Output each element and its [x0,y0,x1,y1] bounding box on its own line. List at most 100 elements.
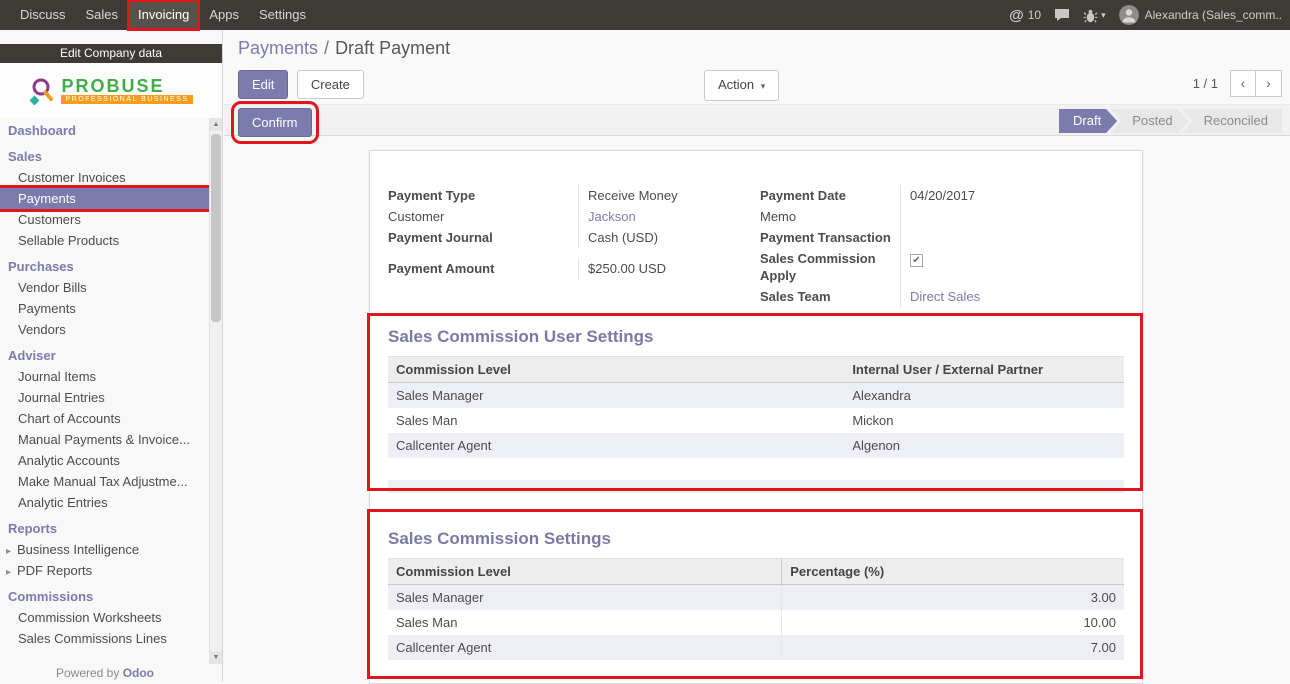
create-button[interactable]: Create [297,70,364,99]
sidebar-item-journal-entries[interactable]: Journal Entries [0,387,209,408]
status-draft[interactable]: Draft [1059,109,1117,133]
status-widget: Draft Posted Reconciled [1059,109,1282,133]
sidebar-scrollbar[interactable]: ▲ ▼ [209,118,222,664]
sidebar-item-pdf-reports[interactable]: ▸PDF Reports [0,560,209,581]
sidebar-item-make-manual-tax-adjustme[interactable]: Make Manual Tax Adjustme... [0,471,209,492]
sales-team-link[interactable]: Direct Sales [910,289,980,304]
menu-label: Configuration [8,657,93,658]
sales-commission-apply-checkbox[interactable]: ✔ [910,254,923,267]
sidebar-item-vendor-bills[interactable]: Vendor Bills [0,277,209,298]
sidebar-item-customers[interactable]: Customers [0,209,209,230]
payment-form: Payment TypeReceive MoneyCustomerJackson… [370,151,1142,307]
breadcrumb-separator: / [324,38,329,58]
table-row[interactable]: Sales ManagerAlexandra [388,383,1124,409]
menu-label: Sales [8,149,42,164]
sidebar-item-business-intelligence[interactable]: ▸Business Intelligence [0,539,209,560]
sidebar-section-commissions[interactable]: Commissions [0,586,209,607]
topnav-item-sales[interactable]: Sales [76,0,129,30]
user-menu[interactable]: Alexandra (Sales_comm.. [1119,5,1282,25]
menu-label: Vendor Bills [18,280,87,295]
field-payment-journal: Payment JournalCash (USD) [388,227,744,248]
table-body-0: Sales ManagerAlexandraSales ManMickonCal… [388,383,1124,459]
table-cell: Sales Man [388,610,782,635]
menu-label: Sales Commissions Lines [18,631,167,646]
edit-button[interactable]: Edit [238,70,288,99]
customer-link[interactable]: Jackson [588,209,636,224]
field-value: Jackson [578,206,744,227]
menu-label: Adviser [8,348,56,363]
section-commission-settings: Sales Commission Settings Commission Lev… [388,529,1124,660]
mention-counter[interactable]: @ 10 [1009,7,1041,24]
column-header[interactable]: Commission Level [388,559,782,585]
field-payment-type: Payment TypeReceive Money [388,185,744,206]
menu-label: Commissions [8,589,93,604]
field-sales-team: Sales TeamDirect Sales [760,286,1124,307]
sidebar-section-adviser[interactable]: Adviser [0,345,209,366]
menu-label: Make Manual Tax Adjustme... [18,474,188,489]
status-posted[interactable]: Posted [1110,109,1188,133]
messages-button[interactable] [1054,8,1070,22]
edit-company-button[interactable]: Edit Company data [0,44,222,63]
sidebar-item-chart-of-accounts[interactable]: Chart of Accounts [0,408,209,429]
sidebar-item-analytic-entries[interactable]: Analytic Entries [0,492,209,513]
topnav-menu: DiscussSalesInvoicingAppsSettings [10,0,316,30]
commission-settings-table: Commission Level Percentage (%) Sales Ma… [388,558,1124,660]
sidebar-item-manual-payments-invoice[interactable]: Manual Payments & Invoice... [0,429,209,450]
sidebar-section-purchases[interactable]: Purchases [0,256,209,277]
pager-previous-button[interactable]: ‹ [1230,70,1256,97]
pager-next-button[interactable]: › [1256,70,1282,97]
sidebar-item-sellable-products[interactable]: Sellable Products [0,230,209,251]
column-header[interactable]: Percentage (%) [782,559,1124,585]
systray: @ 10 ▾ [1009,5,1290,25]
menu-label: Manual Payments & Invoice... [18,432,190,447]
column-header[interactable]: Commission Level [388,357,844,383]
table-row[interactable]: Sales ManMickon [388,408,1124,433]
confirm-button[interactable]: Confirm [238,108,312,137]
field-payment-amount: Payment Amount$250.00 USD [388,258,744,279]
bug-icon [1083,8,1098,23]
field-value: 04/20/2017 [900,185,1124,206]
field-value: ✔ [900,248,1124,286]
sidebar-item-sales-commissions-lines[interactable]: Sales Commissions Lines [0,628,209,649]
menu-label: Customer Invoices [18,170,126,185]
sidebar-section-configuration[interactable]: Configuration [0,654,209,658]
topnav-item-discuss[interactable]: Discuss [10,0,76,30]
table-row[interactable]: Sales Man10.00 [388,610,1124,635]
debug-menu-button[interactable]: ▾ [1083,8,1106,23]
topnav-item-apps[interactable]: Apps [199,0,249,30]
sidebar-item-vendors[interactable]: Vendors [0,319,209,340]
section-user-settings: Sales Commission User Settings Commissio… [388,327,1124,493]
scroll-down-button[interactable]: ▼ [210,651,222,664]
odoo-link[interactable]: Odoo [123,666,154,680]
sidebar-item-journal-items[interactable]: Journal Items [0,366,209,387]
field-value: $250.00 USD [578,258,744,279]
field-label: Payment Date [760,185,900,206]
page-title: Draft Payment [335,38,450,58]
sidebar-item-commission-worksheets[interactable]: Commission Worksheets [0,607,209,628]
action-dropdown[interactable]: Action ▾ [704,70,779,101]
sidebar-item-payments[interactable]: Payments [0,188,209,209]
field-label: Memo [760,206,900,227]
status-reconciled[interactable]: Reconciled [1182,109,1282,133]
topnav-item-invoicing[interactable]: Invoicing [128,0,199,30]
scrollbar-thumb[interactable] [211,134,221,322]
sidebar-item-customer-invoices[interactable]: Customer Invoices [0,167,209,188]
sidebar-item-analytic-accounts[interactable]: Analytic Accounts [0,450,209,471]
menu-label: Analytic Accounts [18,453,120,468]
menu-label: Chart of Accounts [18,411,121,426]
field-sales-commission-apply: Sales Commission Apply✔ [760,248,1124,286]
scroll-up-button[interactable]: ▲ [210,118,222,131]
section-title: Sales Commission Settings [388,529,1124,549]
table-row[interactable]: Sales Manager3.00 [388,585,1124,611]
table-row[interactable]: Callcenter AgentAlgenon [388,433,1124,458]
breadcrumb-payments[interactable]: Payments [238,38,318,58]
menu-label: Business Intelligence [17,542,139,557]
sidebar-section-sales[interactable]: Sales [0,146,209,167]
table-row[interactable]: Callcenter Agent7.00 [388,635,1124,660]
sidebar-section-reports[interactable]: Reports [0,518,209,539]
sidebar-item-payments[interactable]: Payments [0,298,209,319]
empty-row-strip [388,480,1124,493]
column-header[interactable]: Internal User / External Partner [844,357,1124,383]
sidebar-section-dashboard[interactable]: Dashboard [0,120,209,141]
topnav-item-settings[interactable]: Settings [249,0,316,30]
